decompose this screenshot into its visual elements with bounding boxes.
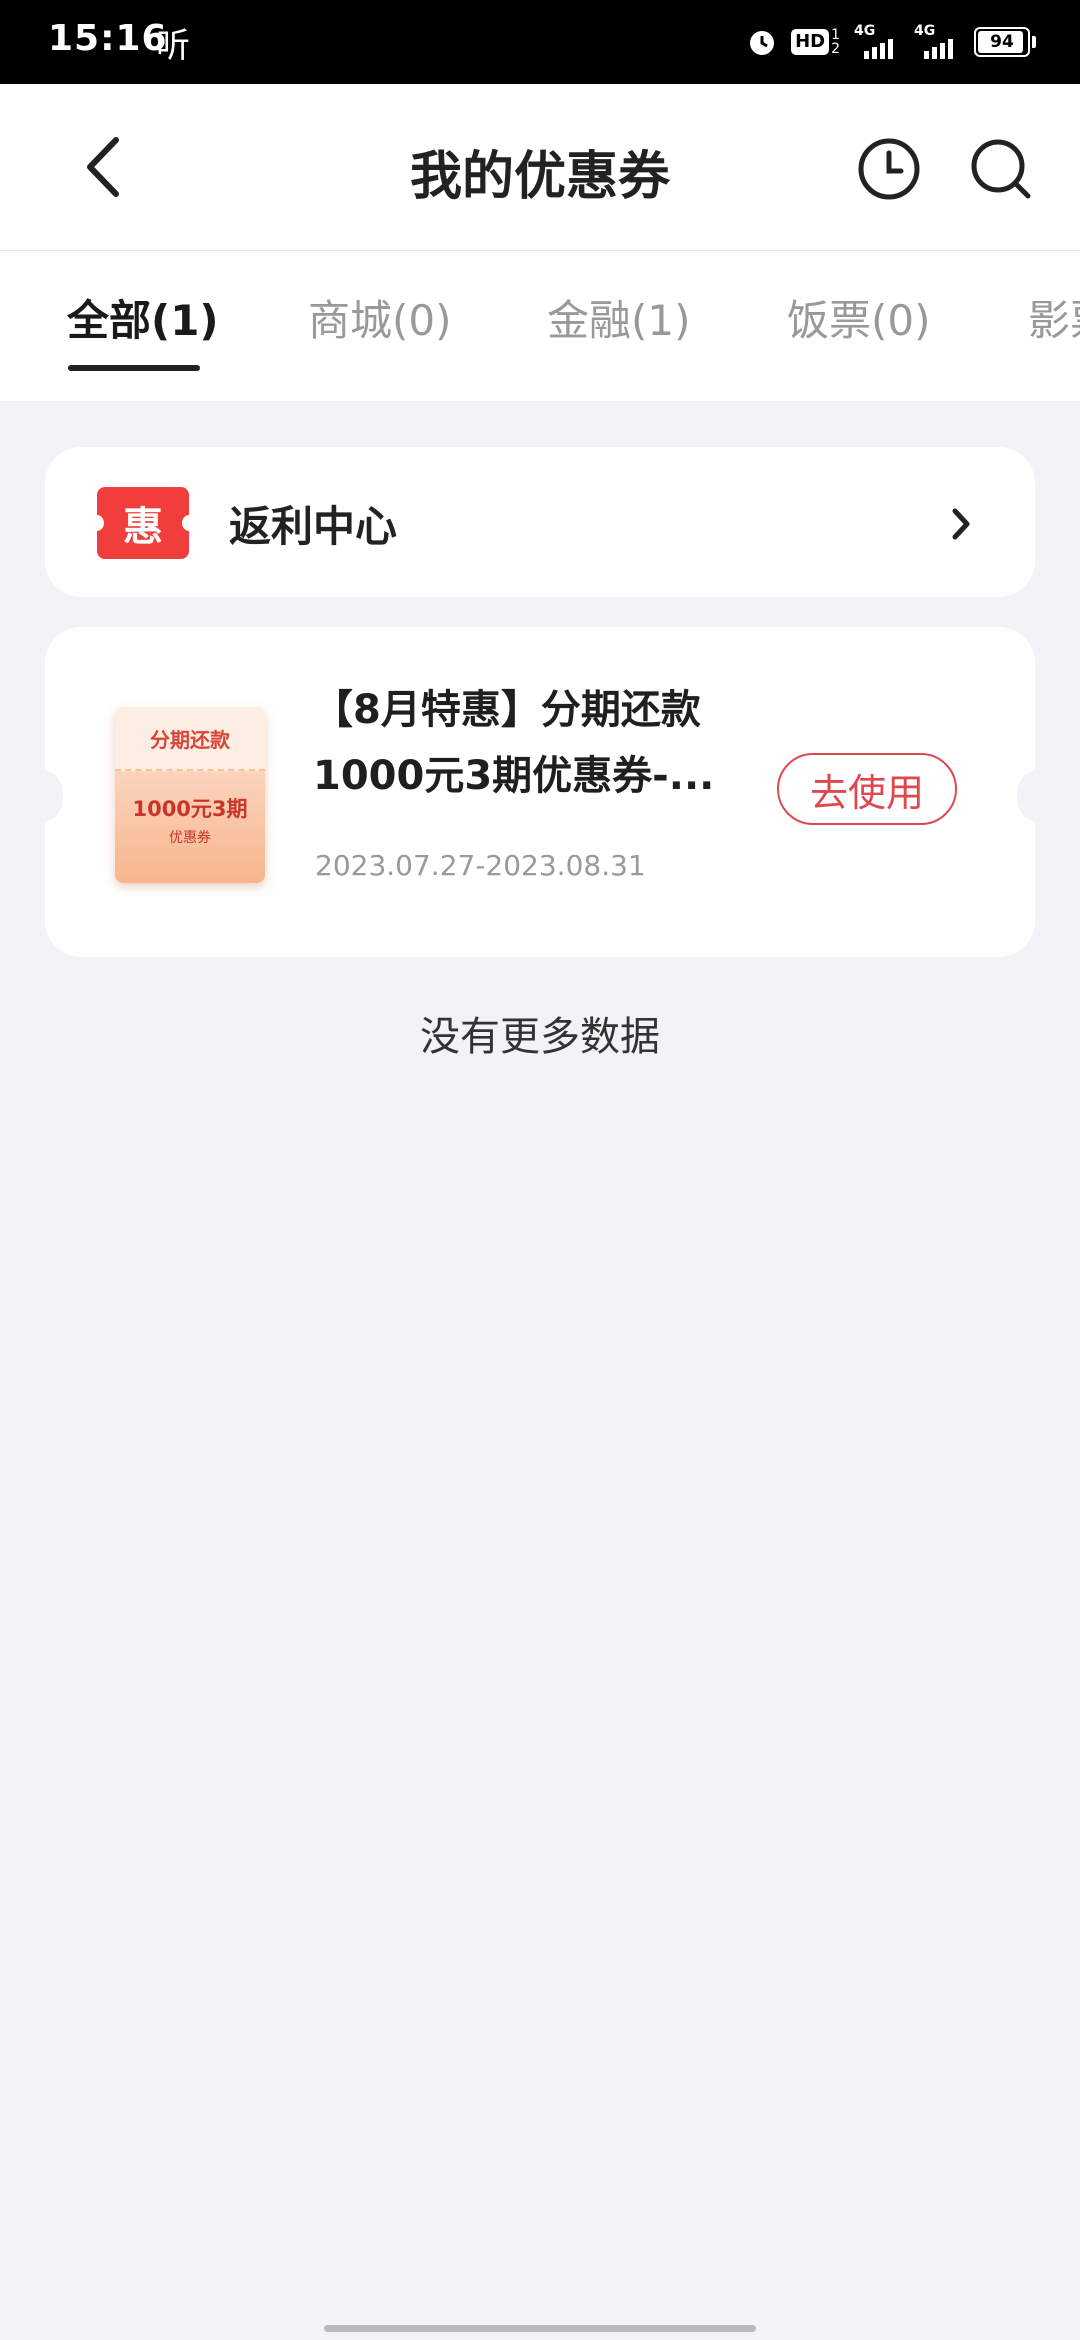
status-icons: HD 1 2 4G 4G 94 [747,22,1036,62]
network-type-1: 4G [854,23,876,39]
coupon-thumbnail: 分期还款 1000元3期 优惠券 [115,707,265,883]
coupon-thumb-amount: 1000元3期 [132,797,248,821]
tab-mall[interactable]: 商城(0) [308,287,452,348]
tab-meal-ticket[interactable]: 饭票(0) [787,287,931,348]
history-button[interactable] [856,136,922,202]
battery-level: 94 [990,32,1014,52]
search-button[interactable] [968,136,1034,202]
tab-finance[interactable]: 金融(1) [547,287,691,348]
rebate-badge: 惠 [90,487,196,559]
no-more-data-text: 没有更多数据 [420,1014,660,1060]
listen-indicator: 听 [156,26,190,66]
hd-badge: HD [791,29,830,55]
coupon-notch-left [27,771,63,821]
nav-bar: 我的优惠券 [0,84,1080,251]
coupon-card[interactable]: 分期还款 1000元3期 优惠券 【8月特惠】分期还款1000元3期优惠券-..… [27,627,1053,957]
chevron-right-icon [952,508,970,540]
hd-sub: 1 2 [831,28,840,56]
hd-voice-icon: HD 1 2 [791,28,840,56]
coupon-thumb-top: 分期还款 [115,707,265,771]
search-icon [971,139,1031,199]
signal-icon-2: 4G [914,23,960,61]
coupon-title: 【8月特惠】分期还款1000元3期优惠券-... [313,687,715,799]
coupon-thumb-sub: 优惠券 [169,830,211,846]
category-tabs: 全部(1) 商城(0) 金融(1) 饭票(0) 影票 [0,251,1080,401]
battery-icon: 94 [974,27,1030,57]
coupon-validity: 2023.07.27-2023.08.31 [315,849,646,882]
status-time: 15:16 [48,18,168,59]
battery-tip [1032,36,1036,48]
signal-icon-1: 4G [854,23,900,61]
tab-movie-ticket[interactable]: 影票 [1028,287,1080,348]
alarm-icon [747,27,777,57]
rebate-label: 返利中心 [229,502,398,551]
rebate-center-entry[interactable]: 惠 返利中心 [45,447,1035,597]
coupon-notch-right [1017,771,1053,821]
hd-sub-bottom: 2 [831,41,840,57]
hd-sub-top: 1 [831,27,840,43]
tab-all[interactable]: 全部(1) [67,287,219,348]
tab-active-indicator [68,365,200,371]
network-type-2: 4G [914,23,936,39]
clock-icon [858,138,920,200]
use-coupon-button[interactable]: 去使用 [777,753,957,825]
status-bar: 15:16 听 HD 1 2 4G 4G 94 [0,0,1080,84]
home-indicator[interactable] [324,2325,756,2332]
